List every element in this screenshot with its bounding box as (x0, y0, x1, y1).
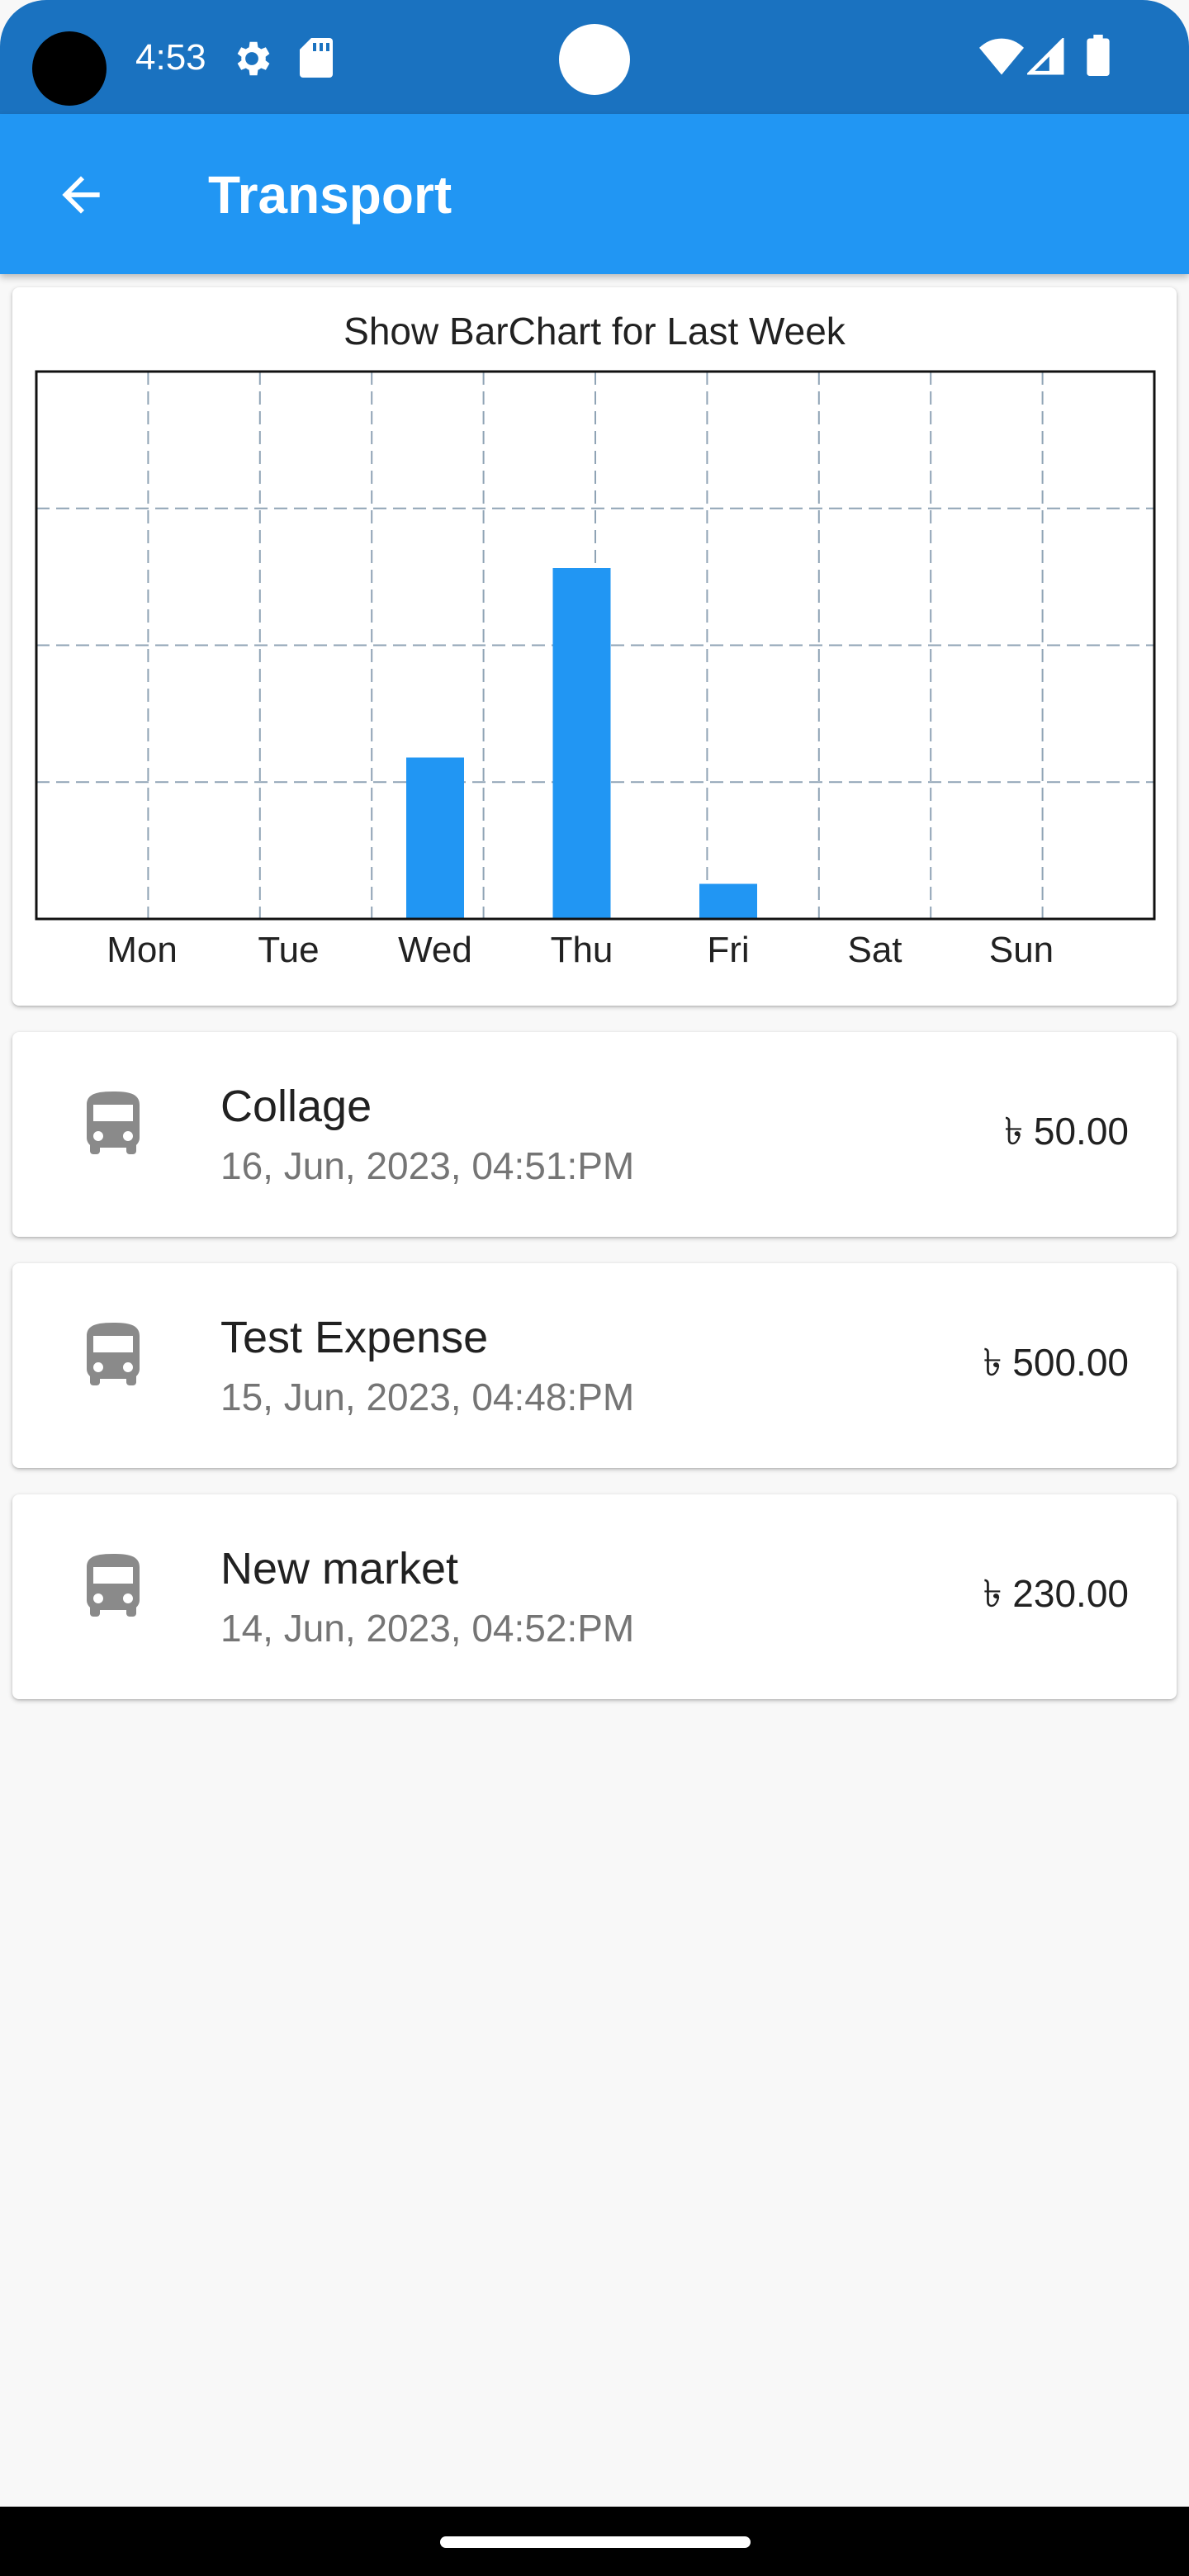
chart-x-tick-label: Fri (707, 930, 749, 970)
battery-icon (1087, 35, 1110, 76)
status-time: 4:53 (135, 37, 206, 78)
bus-icon (87, 1323, 140, 1385)
chart-bar (552, 568, 611, 919)
expense-date: 16, Jun, 2023, 04:51:PM (220, 1144, 635, 1187)
expense-item[interactable]: New market 14, Jun, 2023, 04:52:PM ৳ 230… (12, 1494, 1177, 1699)
sd-card-icon (300, 38, 333, 78)
chart-bar (699, 883, 757, 919)
expense-title: New market (220, 1544, 459, 1593)
chart-x-tick-label: Sun (989, 930, 1054, 970)
status-bar: 4:53 (0, 0, 1189, 114)
bar-chart-card: Show BarChart for Last Week Mon Tue Wed Thu… (12, 287, 1177, 1006)
chart-x-tick-label: Thu (551, 930, 613, 970)
expense-amount: ৳ 50.00 (1004, 1110, 1129, 1153)
chart-x-tick-label: Mon (107, 930, 178, 970)
expense-amount: ৳ 230.00 (983, 1572, 1129, 1615)
expense-date: 15, Jun, 2023, 04:48:PM (220, 1376, 635, 1418)
chart-x-tick-label: Sat (847, 930, 902, 970)
page-title: Transport (208, 165, 452, 225)
chart-bar (406, 757, 464, 919)
arrow-back-icon[interactable] (53, 167, 109, 223)
camera-indicator (559, 24, 630, 95)
expense-title: Test Expense (220, 1313, 489, 1362)
app-bar: Transport (0, 114, 1189, 274)
expense-item[interactable]: Test Expense 15, Jun, 2023, 04:48:PM ৳ 5… (12, 1263, 1177, 1468)
chart-x-tick-label: Wed (398, 930, 472, 970)
camera-cutout (32, 31, 107, 106)
wifi-icon (979, 38, 1024, 75)
expense-item[interactable]: Collage 16, Jun, 2023, 04:51:PM ৳ 50.00 (12, 1032, 1177, 1237)
bus-icon (87, 1091, 140, 1154)
bar-chart: Mon Tue Wed Thu Fri Sat Sun (35, 370, 1156, 970)
chart-x-tick-label: Tue (258, 930, 319, 970)
expense-amount: ৳ 500.00 (983, 1341, 1129, 1384)
navigation-bar (0, 2507, 1189, 2576)
signal-icon (1027, 38, 1064, 75)
settings-icon (237, 41, 270, 76)
expense-title: Collage (220, 1082, 372, 1131)
home-gesture-handle[interactable] (440, 2536, 751, 2548)
bus-icon (87, 1554, 140, 1617)
expense-date: 14, Jun, 2023, 04:52:PM (220, 1607, 635, 1650)
